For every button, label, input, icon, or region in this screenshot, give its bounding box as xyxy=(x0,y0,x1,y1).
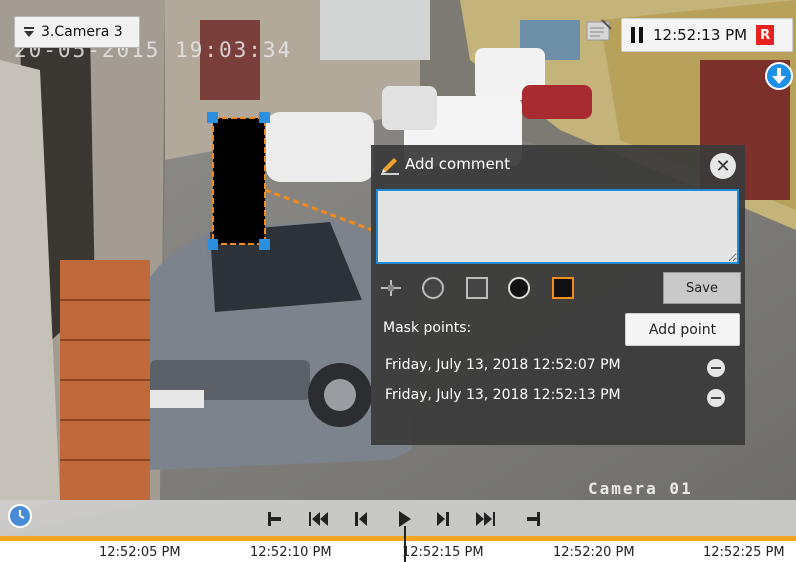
comment-input[interactable] xyxy=(376,189,739,264)
timeline-tick-label: 12:52:15 PM xyxy=(402,545,484,560)
camera-selector[interactable]: 3.Camera 3 xyxy=(14,16,140,48)
remove-point-icon[interactable] xyxy=(707,389,725,407)
step-back-icon[interactable] xyxy=(352,510,370,528)
panel-title: Add comment xyxy=(405,155,511,173)
filled-square-tool-icon[interactable] xyxy=(551,276,575,300)
remove-point-icon[interactable] xyxy=(707,359,725,377)
playback-time-display: 12:52:13 PM R xyxy=(621,18,793,52)
go-to-end-icon[interactable] xyxy=(522,510,542,528)
camera-watermark: Camera 01 xyxy=(588,479,693,498)
fast-forward-icon[interactable] xyxy=(472,510,496,528)
square-tool-icon[interactable] xyxy=(465,276,489,300)
pause-icon[interactable] xyxy=(631,27,645,43)
timeline-tick-label: 12:52:20 PM xyxy=(553,545,635,560)
download-icon[interactable] xyxy=(764,61,794,91)
timeline[interactable]: 12:52:05 PM 12:52:10 PM 12:52:15 PM 12:5… xyxy=(0,526,796,562)
go-to-start-icon[interactable] xyxy=(266,510,286,528)
filled-circle-tool-icon[interactable] xyxy=(507,276,531,300)
crosshair-tool-icon[interactable] xyxy=(379,276,403,300)
mask-point-item: Friday, July 13, 2018 12:52:07 PM xyxy=(385,357,621,373)
timeline-tick-label: 12:52:05 PM xyxy=(99,545,181,560)
clock-icon[interactable] xyxy=(8,504,32,528)
timeline-tick-label: 12:52:10 PM xyxy=(250,545,332,560)
step-forward-icon[interactable] xyxy=(434,510,452,528)
fast-rewind-icon[interactable] xyxy=(308,510,332,528)
playback-controls xyxy=(0,500,796,536)
timeline-progress-bar xyxy=(0,536,796,541)
record-badge[interactable]: R xyxy=(755,24,776,46)
camera-name: 3.Camera 3 xyxy=(41,24,123,40)
mask-points-label: Mask points: xyxy=(383,320,472,336)
add-point-button[interactable]: Add point xyxy=(625,313,740,346)
pencil-icon xyxy=(381,158,399,175)
dropdown-icon xyxy=(24,27,34,37)
add-comment-panel: Add comment ✕ Save Mask points: Add poin… xyxy=(371,145,745,445)
current-time: 12:52:13 PM xyxy=(653,26,748,44)
close-icon[interactable]: ✕ xyxy=(710,153,736,179)
mask-point-item: Friday, July 13, 2018 12:52:13 PM xyxy=(385,387,621,403)
save-button[interactable]: Save xyxy=(663,272,741,304)
image-edit-icon[interactable] xyxy=(584,16,614,46)
circle-tool-icon[interactable] xyxy=(421,276,445,300)
timeline-tick-label: 12:52:25 PM xyxy=(703,545,785,560)
